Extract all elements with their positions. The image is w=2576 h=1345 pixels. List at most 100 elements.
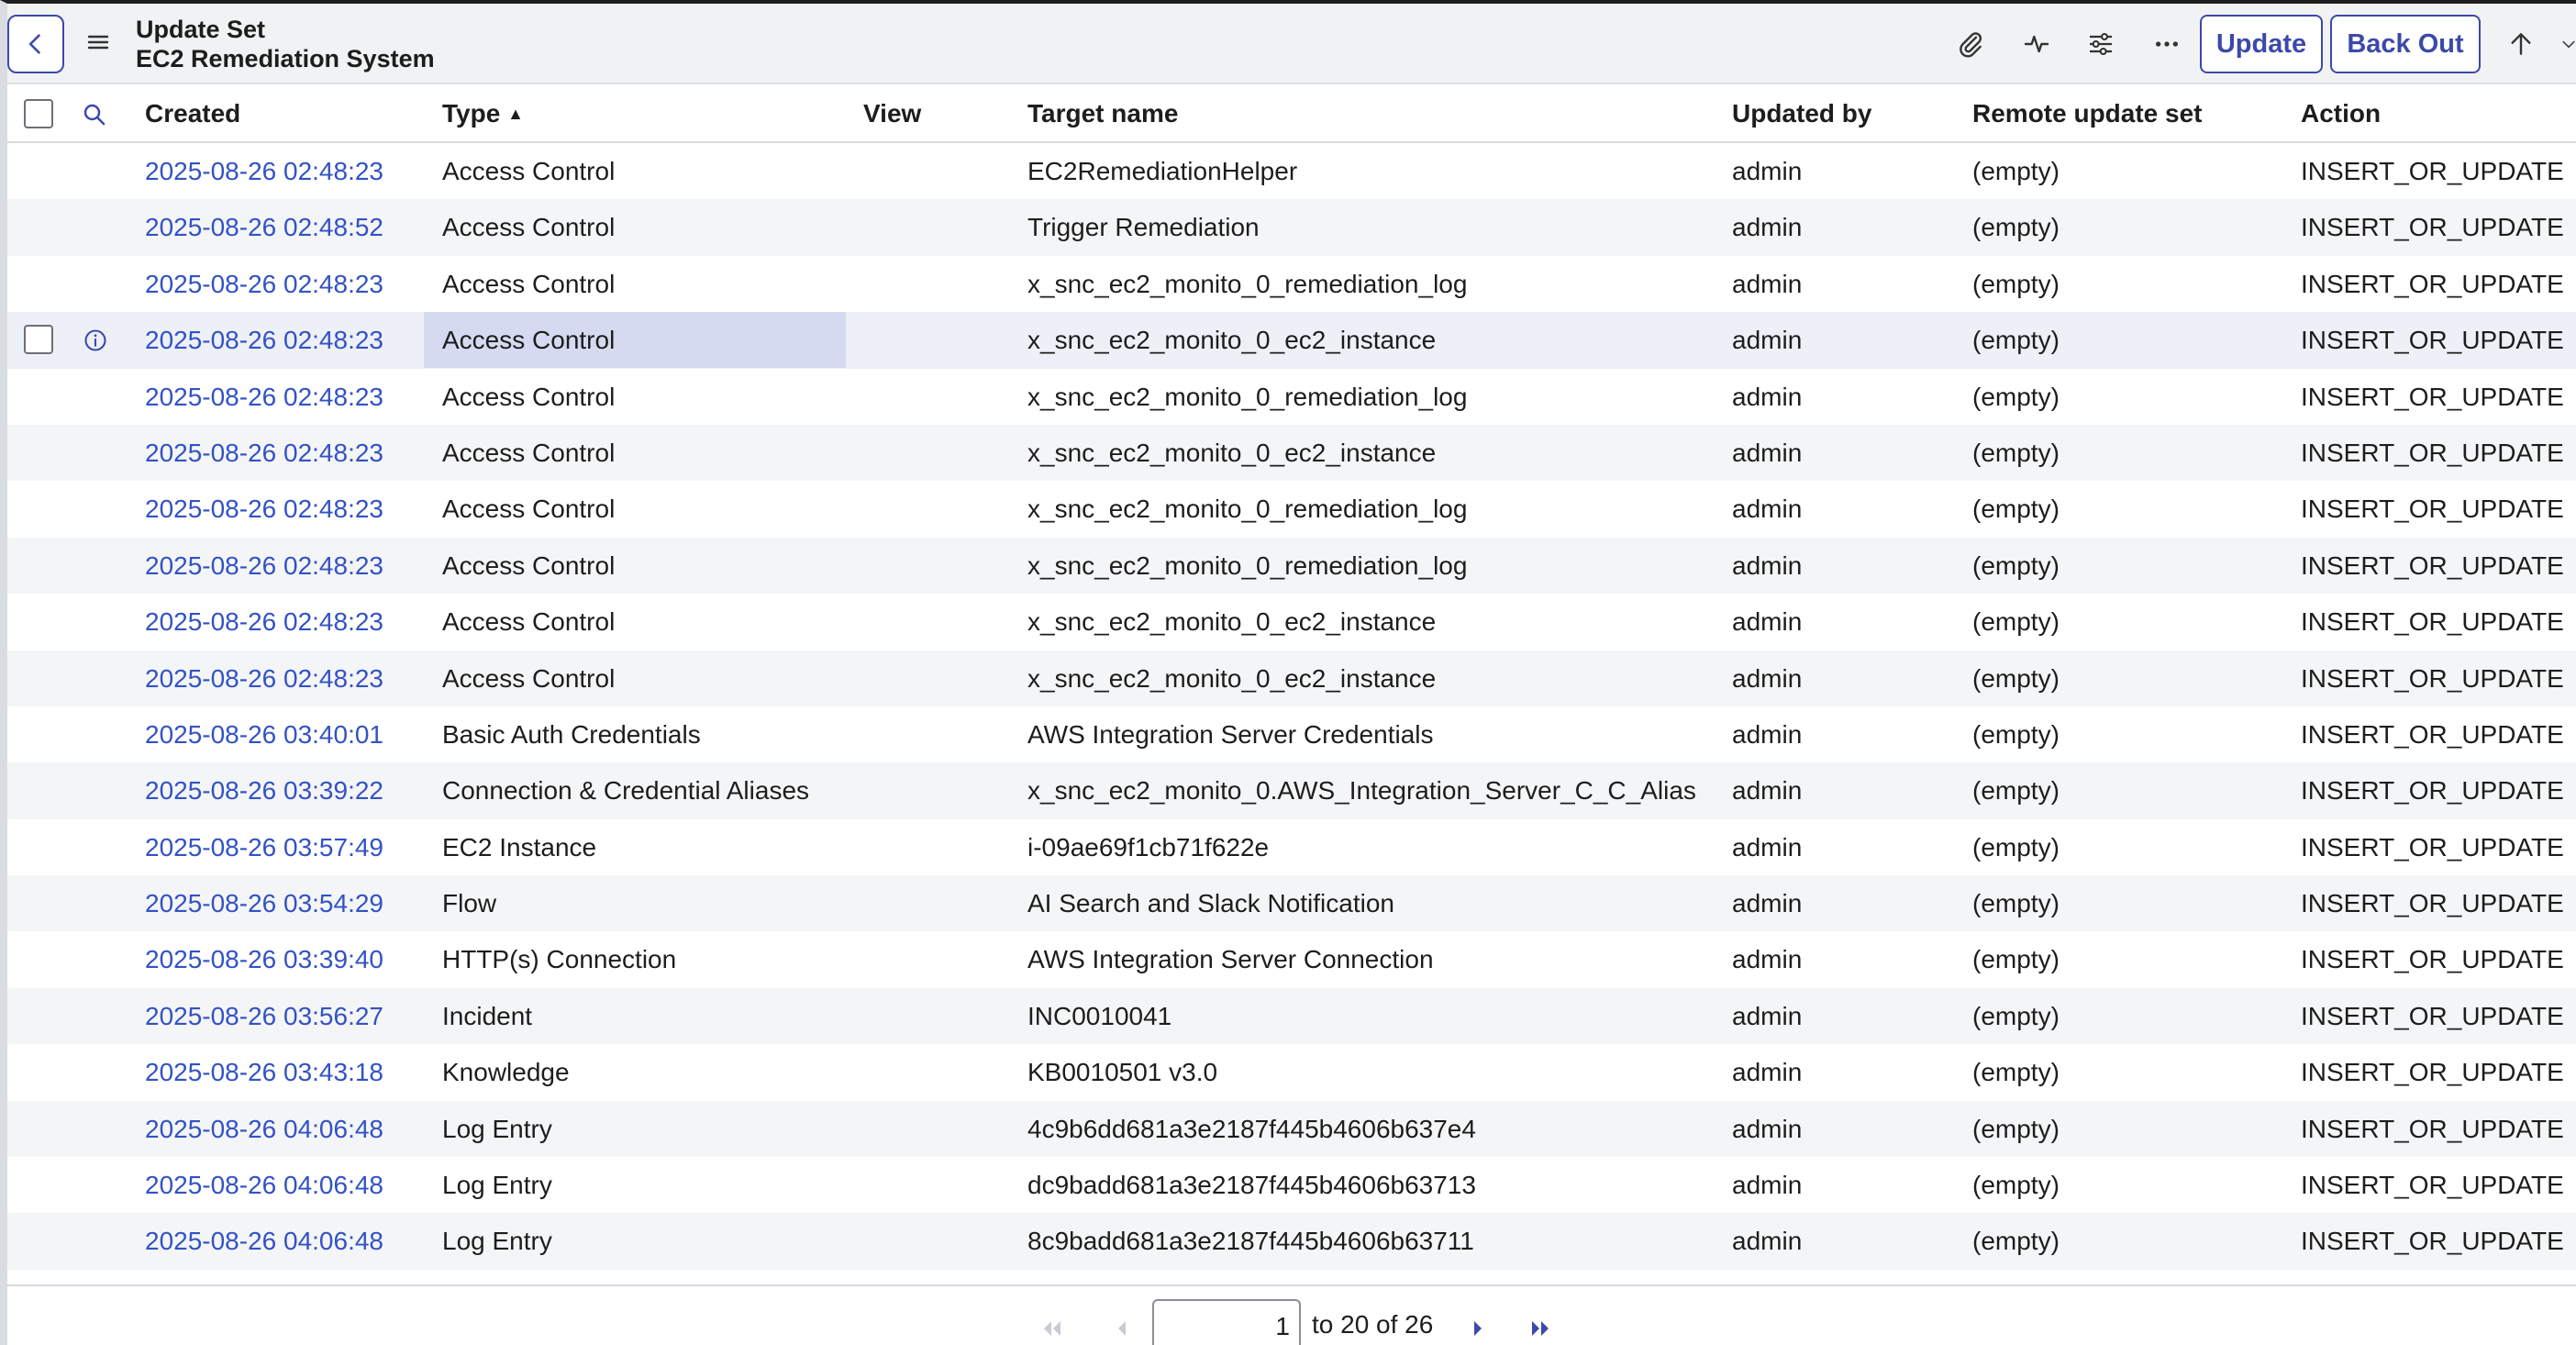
cell-updated-by: admin [1732,1001,1803,1030]
table-row[interactable]: 2025-08-26 02:48:23 Access Control x_snc_e… [7,537,2576,595]
update-button[interactable]: Update [2200,15,2323,73]
table-row[interactable]: 2025-08-26 03:40:01 Basic Auth Credential… [7,706,2576,762]
cell-action: INSERT_OR_UPDATE [2301,719,2564,749]
cell-type[interactable]: Connection & Credential Aliases [442,762,809,818]
cell-type[interactable]: Access Control [442,369,615,425]
column-created[interactable]: Created [145,86,240,141]
cell-type[interactable]: Flow [442,875,496,931]
last-page-icon[interactable] [1527,1317,1554,1339]
back-out-button[interactable]: Back Out [2330,15,2481,73]
cell-type[interactable]: Access Control [442,650,615,706]
table-row[interactable]: 2025-08-26 02:48:23 Access Control x_snc_e… [7,650,2576,706]
table-body: 2025-08-26 02:48:23 Access Control EC2Reme… [7,143,2576,1270]
cell-type[interactable]: Log Entry [442,1101,552,1157]
cell-created-link[interactable]: 2025-08-26 02:48:23 [145,369,383,425]
cell-created-link[interactable]: 2025-08-26 02:48:23 [145,143,383,199]
cell-created-link[interactable]: 2025-08-26 02:48:23 [145,538,383,594]
table-row[interactable]: 2025-08-26 02:48:23 Access Control EC2Reme… [7,143,2576,199]
cell-updated-by: admin [1732,495,1803,524]
cell-type[interactable]: Access Control [442,594,615,650]
cell-type[interactable]: Access Control [442,538,615,594]
cell-created-link[interactable]: 2025-08-26 02:48:23 [145,425,383,481]
cell-created-link[interactable]: 2025-08-26 02:48:52 [145,199,383,255]
cell-type[interactable]: Access Control [442,199,615,255]
table-row[interactable]: 2025-08-26 03:56:27 Incident INC0010041 adm… [7,987,2576,1045]
table-row[interactable]: 2025-08-26 02:48:23 Access Control x_snc_e… [7,256,2576,312]
sliders-icon[interactable] [2084,28,2117,61]
table-row[interactable]: 2025-08-26 03:54:29 Flow AI Search and Sla… [7,875,2576,932]
cell-type[interactable]: Knowledge [442,1044,570,1100]
cell-type[interactable]: Log Entry [442,1213,552,1269]
search-icon[interactable] [81,101,108,128]
cell-type[interactable]: Access Control [442,256,615,312]
table-row[interactable]: 2025-08-26 03:39:22 Connection & Credenti… [7,762,2576,819]
column-updated-by[interactable]: Updated by [1732,86,1871,141]
cell-target-name: x_snc_ec2_monito_0_remediation_log [1027,382,1468,411]
table-row[interactable]: 2025-08-26 02:48:23 Access Control x_snc_e… [7,481,2576,537]
table-row[interactable]: 2025-08-26 03:39:40 HTTP(s) Connection AWS… [7,931,2576,987]
back-button[interactable] [7,15,64,73]
cell-created-link[interactable]: 2025-08-26 03:39:40 [145,931,383,987]
table-row[interactable]: 2025-08-26 03:57:49 EC2 Instance i-09ae69f… [7,819,2576,875]
cell-created-link[interactable]: 2025-08-26 02:48:23 [145,256,383,312]
cell-type[interactable]: Log Entry [442,1157,552,1213]
cell-type[interactable]: Access Control [442,312,615,368]
column-target-name[interactable]: Target name [1027,86,1178,141]
row-select-checkbox[interactable] [24,325,53,355]
cell-type[interactable]: Access Control [442,425,615,481]
cell-updated-by: admin [1732,889,1803,918]
activity-icon[interactable] [2020,28,2053,61]
table-row[interactable]: 2025-08-26 02:48:23 Access Control x_snc_e… [7,424,2576,482]
cell-created-link[interactable]: 2025-08-26 02:48:23 [145,650,383,706]
first-page-icon[interactable] [1038,1317,1066,1339]
cell-created-link[interactable]: 2025-08-26 02:48:23 [145,481,383,537]
table-row[interactable]: 2025-08-26 02:48:23 Access Control x_snc_e… [7,312,2576,369]
cell-action: INSERT_OR_UPDATE [2301,663,2564,693]
cell-created-link[interactable]: 2025-08-26 04:06:48 [145,1213,383,1269]
table-row[interactable]: 2025-08-26 03:43:18 Knowledge KB0010501 v3… [7,1044,2576,1100]
cell-created-link[interactable]: 2025-08-26 04:06:48 [145,1101,383,1157]
column-type[interactable]: Type ▲ [442,86,524,141]
table-row[interactable]: 2025-08-26 04:06:48 Log Entry 8c9badd681a3… [7,1213,2576,1270]
cell-type[interactable]: Access Control [442,143,615,199]
cell-updated-by: admin [1732,1114,1803,1143]
cell-remote-update-set: (empty) [1972,495,2060,524]
column-view[interactable]: View [863,86,921,141]
cell-created-link[interactable]: 2025-08-26 02:48:23 [145,594,383,650]
info-icon[interactable] [83,328,108,353]
cell-created-link[interactable]: 2025-08-26 03:57:49 [145,819,383,875]
cell-type[interactable]: EC2 Instance [442,819,596,875]
more-options-icon[interactable] [2150,28,2183,61]
cell-action: INSERT_OR_UPDATE [2301,495,2564,524]
table-row[interactable]: 2025-08-26 02:48:23 Access Control x_snc_e… [7,369,2576,425]
hamburger-menu-icon[interactable] [86,31,110,53]
cell-action: INSERT_OR_UPDATE [2301,326,2564,355]
cell-created-link[interactable]: 2025-08-26 03:43:18 [145,1044,383,1100]
column-remote-update-set[interactable]: Remote update set [1972,86,2203,141]
cell-type[interactable]: Basic Auth Credentials [442,706,701,762]
cell-type[interactable]: Access Control [442,481,615,537]
arrow-up-icon[interactable] [2504,28,2537,61]
cell-created-link[interactable]: 2025-08-26 03:56:27 [145,988,383,1044]
page-number-input[interactable]: 1 [1152,1299,1301,1345]
table-row[interactable]: 2025-08-26 04:06:48 Log Entry 4c9b6dd681a3… [7,1100,2576,1158]
next-page-icon[interactable] [1464,1317,1492,1339]
cell-type[interactable]: HTTP(s) Connection [442,931,676,987]
table-row[interactable]: 2025-08-26 02:48:23 Access Control x_snc_e… [7,594,2576,650]
chevron-down-icon[interactable] [2559,28,2576,61]
cell-created-link[interactable]: 2025-08-26 04:06:48 [145,1157,383,1213]
column-action[interactable]: Action [2301,86,2381,141]
chevron-left-icon [28,34,40,54]
paperclip-icon[interactable] [1954,28,1987,61]
cell-updated-by: admin [1732,945,1803,974]
cell-created-link[interactable]: 2025-08-26 03:54:29 [145,875,383,931]
table-row[interactable]: 2025-08-26 04:06:48 Log Entry dc9badd681a3… [7,1157,2576,1213]
cell-created-link[interactable]: 2025-08-26 02:48:23 [145,312,383,368]
cell-created-link[interactable]: 2025-08-26 03:40:01 [145,706,383,762]
cell-created-link[interactable]: 2025-08-26 03:39:22 [145,762,383,818]
previous-page-icon[interactable] [1108,1317,1136,1339]
select-all-checkbox[interactable] [24,99,53,128]
table-row[interactable]: 2025-08-26 02:48:52 Access Control Trigger… [7,199,2576,256]
cell-target-name: AWS Integration Server Connection [1027,945,1434,974]
cell-type[interactable]: Incident [442,988,532,1044]
